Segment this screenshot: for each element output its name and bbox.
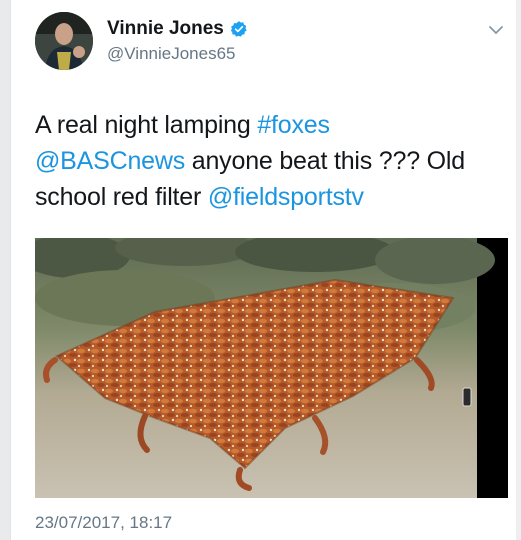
author-name-row: Vinnie Jones xyxy=(107,18,248,40)
verified-badge-icon xyxy=(230,21,247,37)
tweet-media-image[interactable] xyxy=(35,238,508,498)
mention-link[interactable]: @fieldsportstv xyxy=(208,183,364,211)
chevron-down-icon[interactable] xyxy=(488,24,504,36)
tweet-card: Vinnie Jones @VinnieJones65 A real night… xyxy=(10,0,517,540)
avatar[interactable] xyxy=(35,12,93,70)
avatar-photo xyxy=(35,12,93,70)
right-page-edge xyxy=(516,0,521,540)
tweet-timestamp[interactable]: 23/07/2017, 18:17 xyxy=(35,513,172,533)
hashtag-link[interactable]: #foxes xyxy=(257,111,330,139)
mention-link[interactable]: @BASCnews xyxy=(35,147,185,175)
tweet-text: A real night lamping #foxes @BASCnews an… xyxy=(35,107,505,215)
photo-foxes-on-ground xyxy=(35,238,508,498)
tweet-text-segment: A real night lamping xyxy=(35,111,258,139)
author-handle[interactable]: @VinnieJones65 xyxy=(107,44,235,64)
author-name[interactable]: Vinnie Jones xyxy=(107,18,224,40)
